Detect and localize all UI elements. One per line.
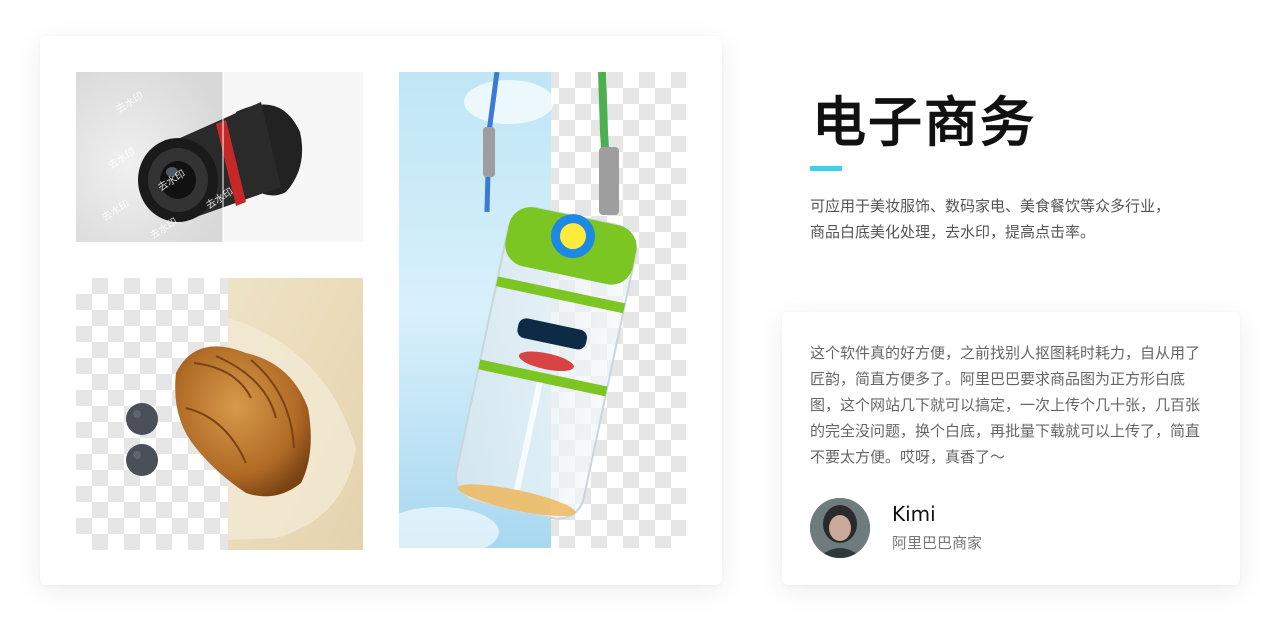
author-role: 阿里巴巴商家 — [892, 534, 983, 552]
camera-lens-image: 去水印 去水印 去水印 去水印 去水印 去水印 — [76, 72, 363, 242]
testimonial-quote: 这个软件真的好方便，之前找别人抠图耗时耗力，自从用了匠韵，简直方便多了。阿里巴巴… — [810, 344, 1201, 466]
water-bottle-drawing — [399, 72, 637, 548]
section-description: 可应用于美妆服饰、数码家电、美食餐饮等众多行业，商品白底美化处理，去水印，提高点… — [810, 197, 1171, 241]
author-name: Kimi — [892, 502, 936, 526]
croissant-drawing — [126, 278, 363, 550]
accent-divider — [810, 166, 842, 171]
water-bottle-image — [399, 72, 686, 548]
avatar-photo — [810, 498, 870, 558]
croissant-image — [76, 278, 363, 550]
avatar — [810, 498, 870, 558]
page-title: 电子商务 — [812, 91, 1036, 154]
showcase-card: 去水印 去水印 去水印 去水印 去水印 去水印 — [40, 36, 722, 585]
